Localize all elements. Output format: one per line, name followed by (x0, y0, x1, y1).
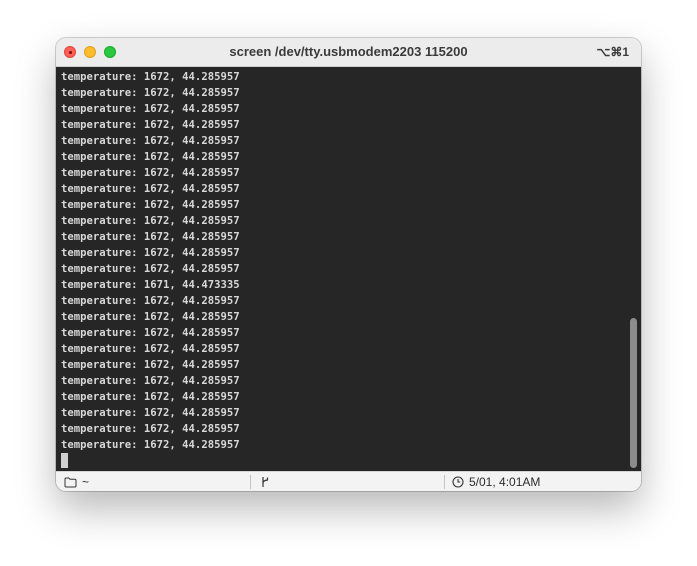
window-shortcut: ⌥⌘1 (596, 45, 629, 59)
status-divider (444, 475, 445, 489)
scrollbar[interactable] (629, 67, 639, 471)
terminal-line: temperature: 1672, 44.285957 (61, 135, 240, 147)
text-cursor (61, 453, 68, 468)
terminal-line: temperature: 1672, 44.285957 (61, 87, 240, 99)
terminal-line: temperature: 1672, 44.285957 (61, 391, 240, 403)
terminal-line: temperature: 1672, 44.285957 (61, 295, 240, 307)
status-divider (250, 475, 251, 489)
terminal-line: temperature: 1672, 44.285957 (61, 407, 240, 419)
terminal-line: temperature: 1672, 44.285957 (61, 215, 240, 227)
git-segment[interactable] (261, 472, 270, 491)
terminal-line: temperature: 1672, 44.285957 (61, 183, 240, 195)
terminal-line: temperature: 1672, 44.285957 (61, 263, 240, 275)
terminal-line: temperature: 1672, 44.285957 (61, 119, 240, 131)
terminal-line: temperature: 1672, 44.285957 (61, 199, 240, 211)
output-lines: temperature: 1672, 44.285957 temperature:… (61, 69, 240, 453)
terminal-output[interactable]: temperature: 1672, 44.285957 temperature:… (56, 67, 641, 471)
terminal-line: temperature: 1672, 44.285957 (61, 375, 240, 387)
git-branch-icon (261, 476, 270, 488)
time-segment: 5/01, 4:01AM (452, 472, 540, 491)
terminal-line: temperature: 1672, 44.285957 (61, 151, 240, 163)
window-title: screen /dev/tty.usbmodem2203 115200 (229, 44, 468, 59)
terminal-line: temperature: 1671, 44.473335 (61, 279, 240, 291)
status-bar: ~ 5/01, 4:01AM (56, 471, 641, 491)
session-time: 5/01, 4:01AM (469, 475, 541, 489)
terminal-line: temperature: 1672, 44.285957 (61, 311, 240, 323)
terminal-line: temperature: 1672, 44.285957 (61, 343, 240, 355)
terminal-window: screen /dev/tty.usbmodem2203 115200 ⌥⌘1 … (56, 38, 641, 491)
terminal-line: temperature: 1672, 44.285957 (61, 71, 240, 83)
scrollbar-thumb[interactable] (630, 318, 637, 468)
terminal-line: temperature: 1672, 44.285957 (61, 231, 240, 243)
current-directory: ~ (82, 475, 90, 489)
terminal-line: temperature: 1672, 44.285957 (61, 439, 240, 451)
clock-icon (452, 476, 464, 488)
terminal-line: temperature: 1672, 44.285957 (61, 103, 240, 115)
terminal-line: temperature: 1672, 44.285957 (61, 359, 240, 371)
terminal-line: temperature: 1672, 44.285957 (61, 167, 240, 179)
folder-icon (64, 477, 77, 488)
terminal-line: temperature: 1672, 44.285957 (61, 423, 240, 435)
terminal-line: temperature: 1672, 44.285957 (61, 247, 240, 259)
title-bar[interactable]: screen /dev/tty.usbmodem2203 115200 ⌥⌘1 (56, 38, 641, 67)
terminal-line: temperature: 1672, 44.285957 (61, 327, 240, 339)
directory-segment[interactable]: ~ (64, 472, 89, 491)
